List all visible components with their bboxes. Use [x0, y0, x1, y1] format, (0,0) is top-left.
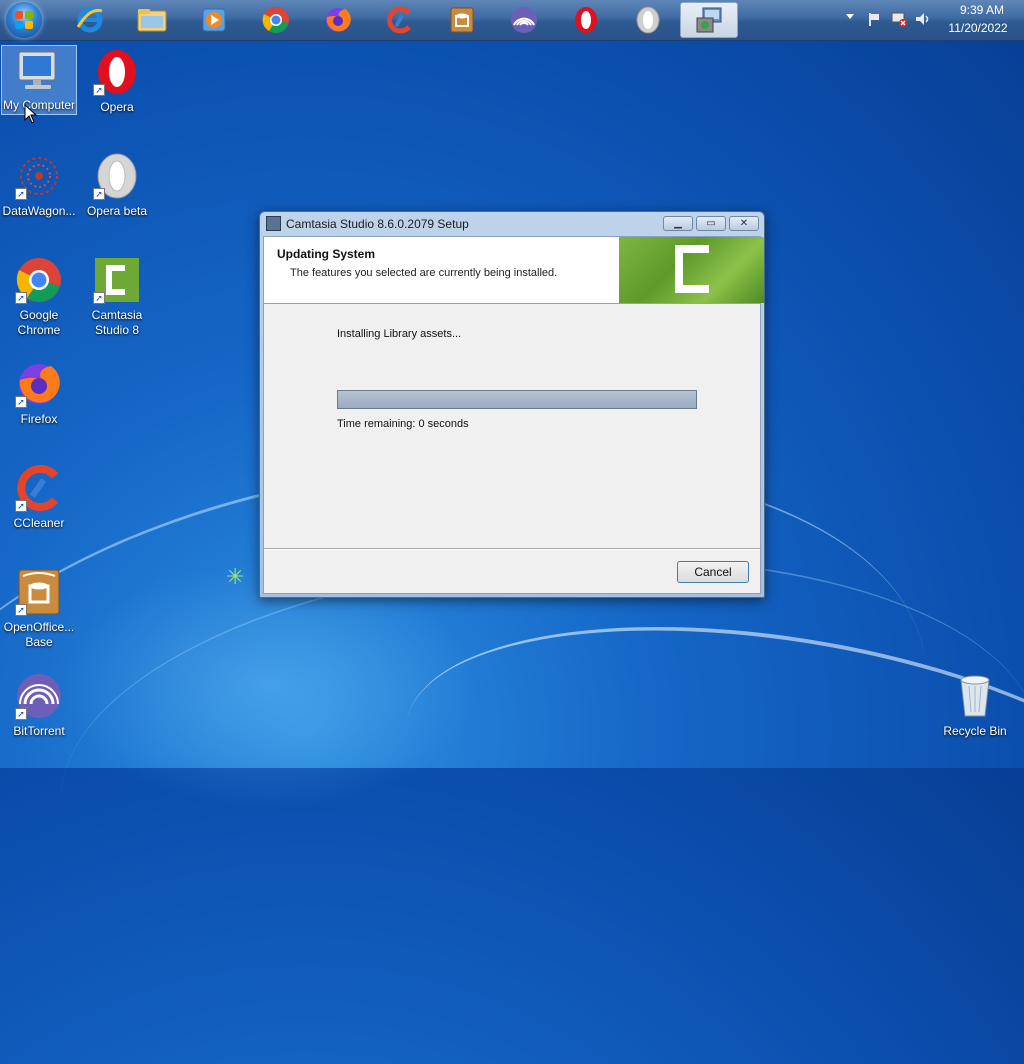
firefox-icon — [326, 8, 351, 32]
minimize-icon: ▁ — [674, 218, 682, 229]
minimize-button[interactable]: ▁ — [663, 216, 693, 231]
clock-date[interactable]: 11/20/2022 — [942, 21, 1014, 35]
shortcut-arrow-icon: ➚ — [93, 292, 105, 304]
desktop-icon-label: Google Chrome — [17, 308, 61, 337]
desktop-icon-google-chrome[interactable]: ➚ Google Chrome — [1, 256, 77, 338]
media-player-icon — [202, 8, 226, 32]
shortcut-arrow-icon: ➚ — [15, 188, 27, 200]
taskbar-setup-installer-button[interactable] — [680, 2, 738, 38]
openoffice-base-icon — [450, 7, 474, 33]
opera-icon — [575, 7, 597, 33]
shortcut-arrow-icon: ➚ — [15, 604, 27, 616]
desktop-icon-my-computer[interactable]: My Computer — [1, 45, 77, 115]
close-icon: ✕ — [739, 218, 749, 229]
wallpaper-swoosh — [379, 572, 1024, 1012]
install-progress-bar — [337, 390, 697, 409]
footer-separator — [264, 548, 760, 550]
desktop-icon-label: DataWagon... — [2, 204, 76, 218]
opera-beta-icon — [636, 6, 660, 34]
shortcut-arrow-icon: ➚ — [15, 292, 27, 304]
progress-fill — [338, 391, 696, 408]
shortcut-arrow-icon: ➚ — [93, 188, 105, 200]
header-title: Updating System — [277, 247, 376, 261]
desktop-icon-openoffice-base[interactable]: ➚ OpenOffice... Base — [1, 568, 77, 650]
shortcut-arrow-icon: ➚ — [93, 84, 105, 96]
setup-dialog: Camtasia Studio 8.6.0.2079 Setup ▁ ▭ ✕ U… — [259, 211, 765, 598]
taskbar-opera-beta-button[interactable] — [620, 2, 676, 38]
volume-icon[interactable] — [914, 11, 932, 27]
dialog-client-area: Updating System The features you selecte… — [263, 236, 764, 594]
time-remaining-text: Time remaining: 0 seconds — [337, 418, 469, 430]
installer-app-icon — [266, 216, 281, 231]
desktop-icon-label: BitTorrent — [13, 724, 65, 738]
action-center-flag-icon[interactable] — [866, 11, 882, 27]
desktop-icon-label: Firefox — [20, 412, 58, 426]
shortcut-arrow-icon: ➚ — [15, 708, 27, 720]
computer-icon — [18, 51, 56, 89]
windows-logo-icon — [15, 11, 33, 29]
desktop-icon-label: Recycle Bin — [943, 724, 1007, 738]
desktop-icon-bittorrent[interactable]: ➚ BitTorrent — [1, 672, 77, 739]
bittorrent-icon — [511, 7, 537, 33]
dialog-header: Updating System The features you selecte… — [264, 237, 764, 304]
desktop-icon-recycle-bin[interactable]: Recycle Bin — [937, 672, 1013, 739]
desktop-icon-label: Camtasia Studio 8 — [91, 308, 143, 337]
recycle-bin-icon — [960, 675, 990, 717]
maximize-button[interactable]: ▭ — [696, 216, 726, 231]
wallpaper-leaf-icon: ✳ — [226, 564, 245, 589]
shortcut-arrow-icon: ➚ — [15, 396, 27, 408]
taskbar-ccleaner-button[interactable] — [372, 2, 428, 38]
cancel-button[interactable]: Cancel — [677, 561, 749, 583]
maximize-icon: ▭ — [706, 218, 716, 229]
camtasia-banner — [619, 237, 764, 303]
setup-installer-icon — [696, 7, 722, 33]
header-subtitle: The features you selected are currently … — [290, 267, 558, 279]
close-button[interactable]: ✕ — [729, 216, 759, 231]
desktop-icon-label: Opera beta — [86, 204, 148, 218]
ccleaner-icon — [387, 6, 411, 34]
taskbar: 9:39 AM 11/20/2022 — [0, 0, 1024, 41]
desktop-icon-ccleaner[interactable]: ➚ CCleaner — [1, 464, 77, 531]
desktop-icon-label: Opera — [100, 100, 134, 114]
shortcut-arrow-icon: ➚ — [15, 500, 27, 512]
mouse-cursor-icon — [24, 104, 38, 124]
start-button[interactable] — [6, 2, 42, 38]
show-hidden-icons-button[interactable] — [846, 14, 854, 19]
desktop-icon-label: OpenOffice... Base — [3, 620, 75, 649]
install-status-text: Installing Library assets... — [337, 328, 462, 340]
desktop-icon-datawagon[interactable]: ➚ DataWagon... — [1, 152, 77, 219]
taskbar-file-explorer-button[interactable] — [124, 2, 180, 38]
taskbar-chrome-button[interactable] — [248, 2, 304, 38]
camtasia-logo-icon — [675, 245, 709, 293]
taskbar-media-player-button[interactable] — [186, 2, 242, 38]
network-disconnected-icon[interactable] — [890, 11, 908, 27]
desktop-icon-camtasia-studio-8[interactable]: ➚ Camtasia Studio 8 — [79, 256, 155, 338]
taskbar-openoffice-base-button[interactable] — [434, 2, 490, 38]
chrome-icon — [262, 7, 289, 33]
clock-time[interactable]: 9:39 AM — [952, 3, 1012, 17]
desktop-icon-label: CCleaner — [13, 516, 65, 530]
taskbar-firefox-button[interactable] — [310, 2, 366, 38]
file-explorer-icon — [137, 9, 167, 32]
taskbar-bittorrent-button[interactable] — [496, 2, 552, 38]
desktop-icon-label: My Computer — [2, 98, 76, 112]
desktop-icon-firefox[interactable]: ➚ Firefox — [1, 360, 77, 427]
taskbar-opera-button[interactable] — [558, 2, 614, 38]
taskbar-internet-explorer-button[interactable] — [62, 2, 118, 38]
dialog-title: Camtasia Studio 8.6.0.2079 Setup — [286, 217, 469, 231]
desktop-icon-opera[interactable]: ➚ Opera — [79, 48, 155, 115]
internet-explorer-icon — [76, 7, 103, 33]
desktop-icon-opera-beta[interactable]: ➚ Opera beta — [79, 152, 155, 219]
